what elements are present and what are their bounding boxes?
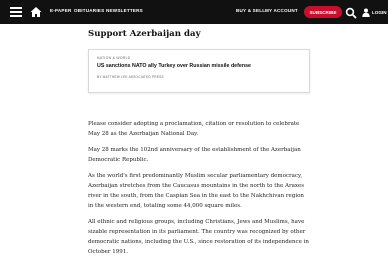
nav-link-obituaries[interactable]: OBITUARIES xyxy=(74,8,104,13)
nav-link-buy-sell[interactable]: BUY & SELL xyxy=(236,8,265,13)
related-story-section: NATION & WORLD xyxy=(97,56,131,60)
article-paragraph: All ethnic and religious groups, includi… xyxy=(88,219,309,255)
hamburger-menu-icon[interactable] xyxy=(10,7,22,17)
article-body: Please consider adopting a proclamation,… xyxy=(88,119,310,257)
article-paragraph: As the world's first predominantly Musli… xyxy=(88,173,305,209)
page-title: Support Azerbaijan day xyxy=(88,29,201,39)
article-paragraph: May 28 marks the 102nd anniversary of th… xyxy=(88,147,301,163)
related-story-title[interactable]: US sanctions NATO ally Turkey over Russi… xyxy=(97,63,301,70)
nav-link-e-paper[interactable]: E-PAPER xyxy=(50,8,71,13)
search-icon[interactable] xyxy=(345,6,357,19)
nav-link-my-account[interactable]: MY ACCOUNT xyxy=(265,8,298,13)
subscribe-button[interactable]: SUBSCRIBE xyxy=(304,6,342,18)
login-button[interactable]: LOGIN xyxy=(362,6,387,18)
related-story-byline: BY MATTHEW LEE ASSOCIATED PRESS xyxy=(97,75,164,79)
related-story-card[interactable]: NATION & WORLD US sanctions NATO ally Tu… xyxy=(88,49,310,93)
user-icon xyxy=(362,8,370,17)
top-nav-bar: E-PAPER OBITUARIES NEWSLETTERS BUY & SEL… xyxy=(0,0,388,24)
login-label: LOGIN xyxy=(372,9,387,15)
nav-link-newsletters[interactable]: NEWSLETTERS xyxy=(106,8,143,13)
home-icon[interactable] xyxy=(29,5,43,19)
article-column: Support Azerbaijan day NATION & WORLD US… xyxy=(88,24,310,263)
article-paragraph: Please consider adopting a proclamation,… xyxy=(88,121,300,137)
